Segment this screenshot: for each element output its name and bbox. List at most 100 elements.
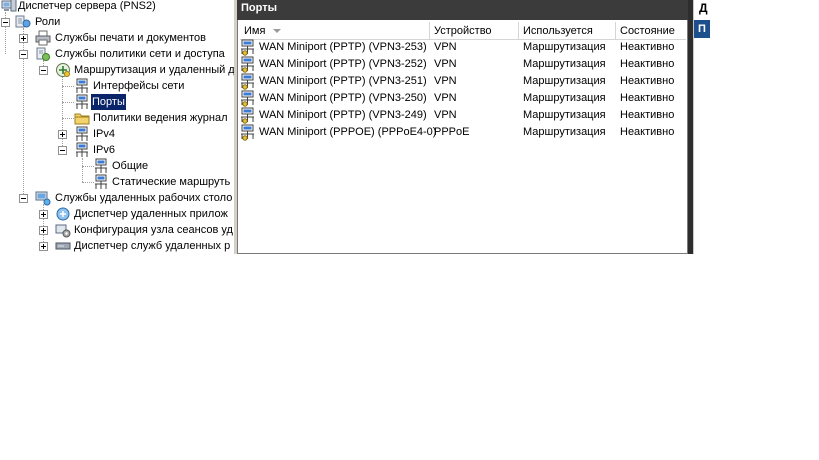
table-row[interactable]: WAN Miniport (PPTP) (VPN3-252) VPN Маршр… [240,56,686,73]
column-header-device[interactable]: Устройство [430,22,519,39]
cell-name: WAN Miniport (PPTP) (VPN3-253) [259,41,427,53]
cell-status: Неактивно [620,75,675,87]
column-label: Устройство [434,25,492,37]
collapse-icon[interactable] [58,146,67,155]
network-port-icon [76,126,88,141]
expand-icon[interactable] [39,210,48,219]
cell-status: Неактивно [620,58,675,70]
cell-device: VPN [434,75,457,87]
ports-list: Имя Устройство Используется Состояние WA… [237,20,688,254]
tree-label: Службы печати и документов [55,32,206,44]
cell-device: VPN [434,92,457,104]
column-label: Используется [523,25,593,37]
actions-section-label: П [698,23,706,35]
network-policy-icon [36,47,50,61]
tree-line [62,118,74,119]
sort-arrow-icon [273,29,281,33]
cell-name: WAN Miniport (PPTP) (VPN3-250) [259,92,427,104]
tree-label: Роли [35,16,61,28]
column-header-name[interactable]: Имя [240,22,430,39]
tree-label: Политики ведения журнал [93,112,228,124]
network-port-icon [76,78,88,93]
routing-icon [56,63,70,77]
tree-label: Диспетчер сервера (PNS2) [18,0,156,12]
tree-label: Диспетчер удаленных прилож [74,208,228,220]
cell-used-by: Маршрутизация [523,58,606,70]
network-port-icon [95,174,107,189]
network-port-icon [76,142,88,157]
expand-icon[interactable] [58,130,67,139]
tree-label: IPv4 [93,128,116,140]
wan-miniport-icon [241,39,254,56]
column-header-used-by[interactable]: Используется [519,22,616,39]
cell-device: VPN [434,109,457,121]
tree-label: Службы удаленных рабочих столо [55,192,233,204]
cell-used-by: Маршрутизация [523,92,606,104]
table-row[interactable]: WAN Miniport (PPTP) (VPN3-250) VPN Маршр… [240,90,686,107]
expand-icon[interactable] [39,226,48,235]
expand-icon[interactable] [39,242,48,251]
pane-title: Порты [237,0,688,20]
tree-label: Статические маршруть [112,176,231,188]
folder-icon [74,113,90,125]
column-headers: Имя Устройство Используется Состояние [240,22,686,40]
remoteapp-icon [56,207,70,221]
tree-label: Маршрутизация и удаленный д [74,64,234,76]
configuration-icon [55,224,71,238]
cell-used-by: Маршрутизация [523,75,606,87]
table-row[interactable]: WAN Miniport (PPTP) (VPN3-249) VPN Маршр… [240,107,686,124]
tree-label: Конфигурация узла сеансов уд [74,224,233,236]
column-label: Имя [244,25,266,37]
cell-used-by: Маршрутизация [523,126,606,138]
roles-icon [15,15,31,28]
cell-name: WAN Miniport (PPTP) (VPN3-252) [259,58,427,70]
console-tree: Диспетчер сервера (PNS2) Роли Службы печ… [0,0,234,254]
tree-label: Общие [112,160,149,172]
cell-used-by: Маршрутизация [523,41,606,53]
server-manager-icon [1,0,17,12]
cell-status: Неактивно [620,109,675,121]
cell-device: VPN [434,41,457,53]
results-pane: Порты Имя Устройство Используется Состоя… [237,0,688,254]
tree-label: Службы политики сети и доступа [55,48,225,60]
column-header-status[interactable]: Состояние [616,22,686,39]
actions-title: Д [699,1,708,15]
cell-name: WAN Miniport (PPTP) (VPN3-251) [259,75,427,87]
wan-miniport-icon [241,124,254,141]
remote-desktop-icon [35,191,51,206]
table-row[interactable]: WAN Miniport (PPTP) (VPN3-251) VPN Маршр… [240,73,686,90]
table-row[interactable]: WAN Miniport (PPPOE) (PPPoE4-0) PPPoE Ма… [240,124,686,141]
tree-line [62,86,74,87]
tree-label: Порты [91,94,126,110]
collapse-icon[interactable] [1,18,10,27]
column-label: Состояние [620,25,675,37]
collapse-icon[interactable] [19,50,28,59]
cell-status: Неактивно [620,92,675,104]
tree-line [82,158,83,182]
network-port-icon [76,94,88,109]
expand-icon[interactable] [19,34,28,43]
cell-used-by: Маршрутизация [523,109,606,121]
collapse-icon[interactable] [19,194,28,203]
tree-line [62,102,74,103]
wan-miniport-icon [241,73,254,90]
printer-icon [35,30,51,46]
table-row[interactable]: WAN Miniport (PPTP) (VPN3-253) VPN Маршр… [240,39,686,56]
wan-miniport-icon [241,56,254,73]
cell-name: WAN Miniport (PPPOE) (PPPoE4-0) [259,126,437,138]
services-manager-icon [55,242,71,250]
cell-device: VPN [434,58,457,70]
cell-status: Неактивно [620,126,675,138]
tree-label: Интерфейсы сети [93,80,185,92]
actions-pane: Д П [693,0,710,254]
tree-label: IPv6 [93,144,116,156]
tree-label: Диспетчер служб удаленных р [74,240,231,252]
collapse-icon[interactable] [39,66,48,75]
cell-device: PPPoE [434,126,470,138]
network-port-icon [95,158,107,173]
wan-miniport-icon [241,107,254,124]
actions-section-header[interactable]: П [694,20,710,38]
wan-miniport-icon [241,90,254,107]
cell-name: WAN Miniport (PPTP) (VPN3-249) [259,109,427,121]
cell-status: Неактивно [620,41,675,53]
